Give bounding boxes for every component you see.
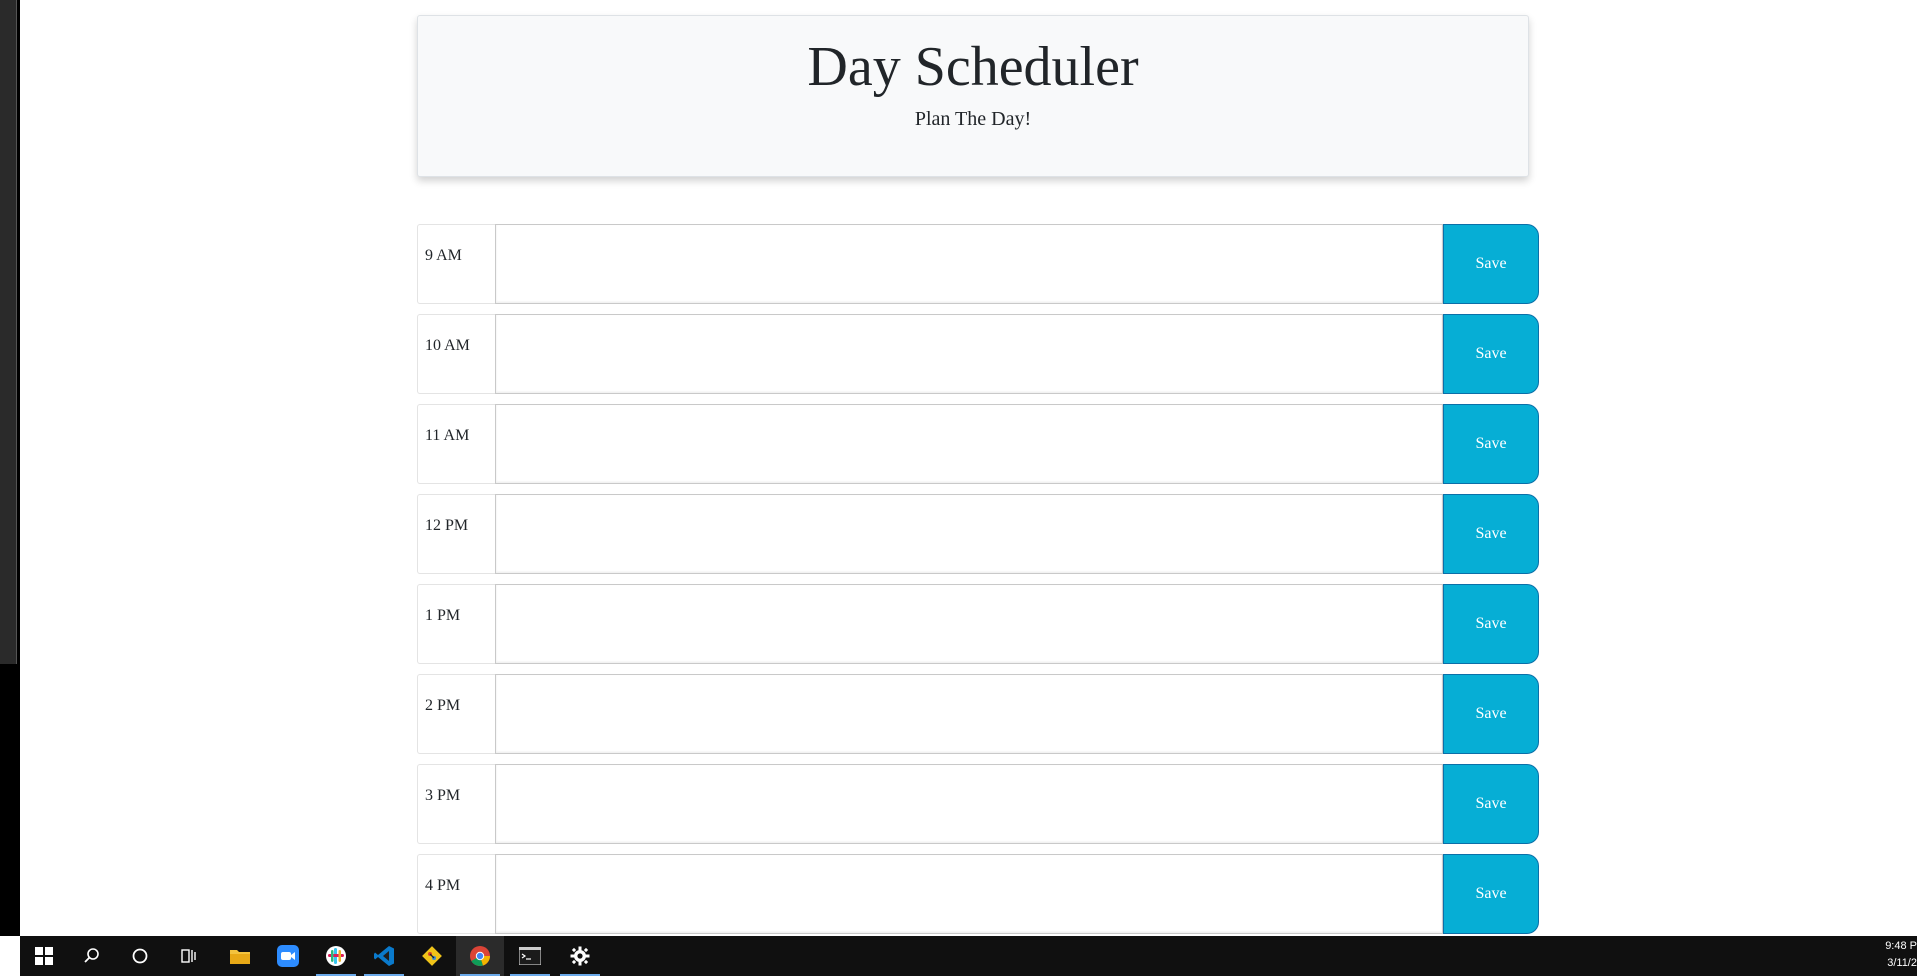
vscode-icon[interactable] [360,936,408,976]
settings-icon[interactable] [556,936,604,976]
task-textarea[interactable] [495,764,1443,844]
task-textarea[interactable] [495,854,1443,934]
time-block-row: 2 PM Save [417,674,1541,754]
save-button[interactable]: Save [1443,314,1539,394]
time-block-list: 9 AM Save 10 AM Save 11 AM Save 12 PM Sa… [417,224,1541,944]
page-title: Day Scheduler [807,36,1139,98]
task-textarea[interactable] [495,224,1443,304]
terminal-icon[interactable] [506,936,554,976]
time-block-row: 10 AM Save [417,314,1541,394]
time-block-row: 4 PM Save [417,854,1541,934]
windows-start-icon[interactable] [20,936,68,976]
save-button[interactable]: Save [1443,674,1539,754]
windows-taskbar: 9:48 P 3/11/2 [20,936,1917,976]
time-block-row: 12 PM Save [417,494,1541,574]
slack-icon[interactable] [312,936,360,976]
save-button[interactable]: Save [1443,854,1539,934]
clock-time: 9:48 P [1885,940,1917,952]
header-jumbotron: Day Scheduler Plan The Day! [417,15,1529,177]
task-textarea[interactable] [495,404,1443,484]
hour-label: 11 AM [417,404,495,484]
task-textarea[interactable] [495,674,1443,754]
task-textarea[interactable] [495,494,1443,574]
hour-label: 9 AM [417,224,495,304]
save-button[interactable]: Save [1443,584,1539,664]
cortana-icon[interactable] [116,936,164,976]
save-button[interactable]: Save [1443,224,1539,304]
hour-label: 3 PM [417,764,495,844]
task-textarea[interactable] [495,314,1443,394]
hour-label: 1 PM [417,584,495,664]
hour-label: 4 PM [417,854,495,934]
save-button[interactable]: Save [1443,404,1539,484]
time-block-row: 1 PM Save [417,584,1541,664]
clock-date: 3/11/2 [1887,957,1917,969]
time-block-row: 9 AM Save [417,224,1541,304]
hour-label: 10 AM [417,314,495,394]
page-subtitle: Plan The Day! [914,108,1032,130]
hour-label: 2 PM [417,674,495,754]
system-clock[interactable]: 9:48 P 3/11/2 [1877,938,1917,972]
task-view-icon[interactable] [164,936,212,976]
search-icon[interactable] [68,936,116,976]
time-block-row: 3 PM Save [417,764,1541,844]
chrome-icon[interactable] [456,936,504,976]
background-window-strip [0,0,20,936]
git-icon[interactable] [408,936,456,976]
zoom-icon[interactable] [264,936,312,976]
time-block-row: 11 AM Save [417,404,1541,484]
save-button[interactable]: Save [1443,494,1539,574]
file-explorer-icon[interactable] [216,936,264,976]
save-button[interactable]: Save [1443,764,1539,844]
task-textarea[interactable] [495,584,1443,664]
hour-label: 12 PM [417,494,495,574]
